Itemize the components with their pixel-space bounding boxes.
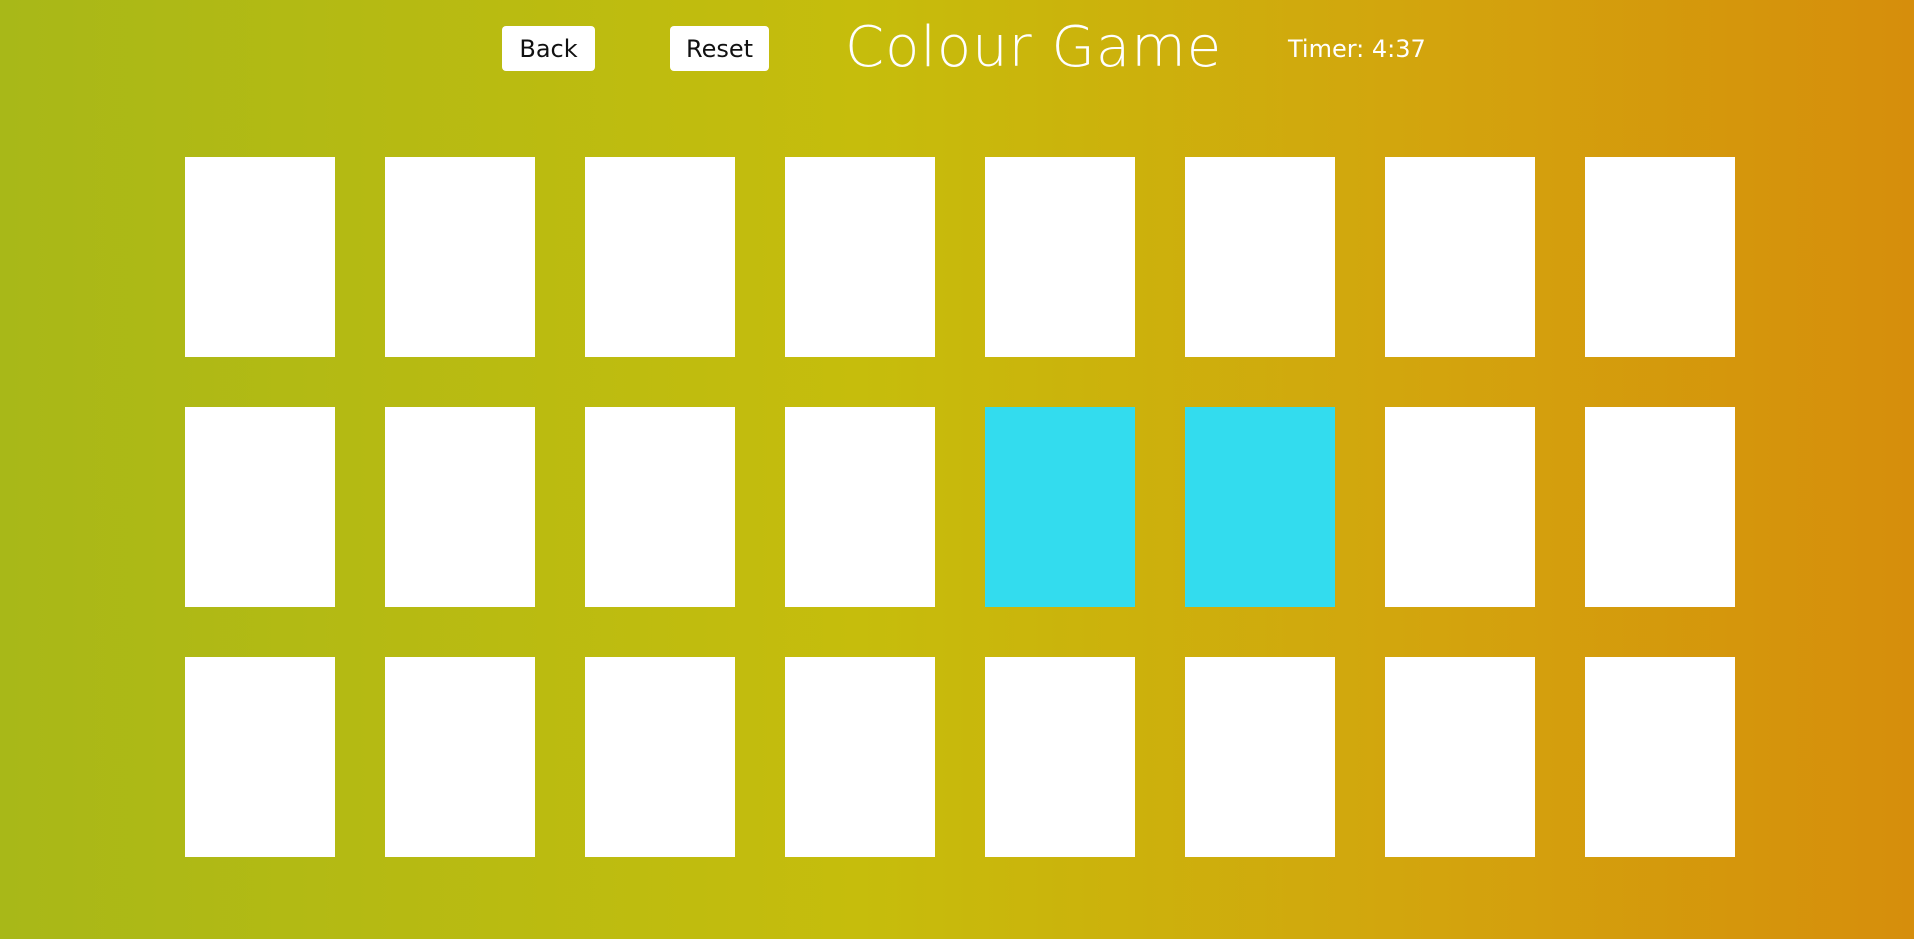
header-bar: Back Reset Colour Game Timer: 4:37: [0, 0, 1914, 100]
card-r1-c3[interactable]: [585, 157, 735, 357]
card-r2-c3[interactable]: [585, 407, 735, 607]
card-r1-c1[interactable]: [185, 157, 335, 357]
card-r3-c6[interactable]: [1185, 657, 1335, 857]
card-r3-c8[interactable]: [1585, 657, 1735, 857]
card-r2-c5[interactable]: [985, 407, 1135, 607]
card-r2-c6[interactable]: [1185, 407, 1335, 607]
card-r3-c5[interactable]: [985, 657, 1135, 857]
card-r1-c5[interactable]: [985, 157, 1135, 357]
card-r1-c8[interactable]: [1585, 157, 1735, 357]
card-r2-c1[interactable]: [185, 407, 335, 607]
back-button[interactable]: Back: [502, 26, 595, 71]
reset-button[interactable]: Reset: [670, 26, 769, 71]
card-r3-c3[interactable]: [585, 657, 735, 857]
card-r3-c2[interactable]: [385, 657, 535, 857]
card-r1-c7[interactable]: [1385, 157, 1535, 357]
card-r3-c4[interactable]: [785, 657, 935, 857]
card-grid: [185, 157, 1735, 857]
card-r3-c1[interactable]: [185, 657, 335, 857]
card-r1-c6[interactable]: [1185, 157, 1335, 357]
card-r2-c8[interactable]: [1585, 407, 1735, 607]
card-r1-c4[interactable]: [785, 157, 935, 357]
card-r2-c2[interactable]: [385, 407, 535, 607]
card-r2-c4[interactable]: [785, 407, 935, 607]
page-title: Colour Game: [845, 15, 1223, 80]
timer-display: Timer: 4:37: [1288, 35, 1426, 63]
card-r2-c7[interactable]: [1385, 407, 1535, 607]
card-r3-c7[interactable]: [1385, 657, 1535, 857]
card-r1-c2[interactable]: [385, 157, 535, 357]
